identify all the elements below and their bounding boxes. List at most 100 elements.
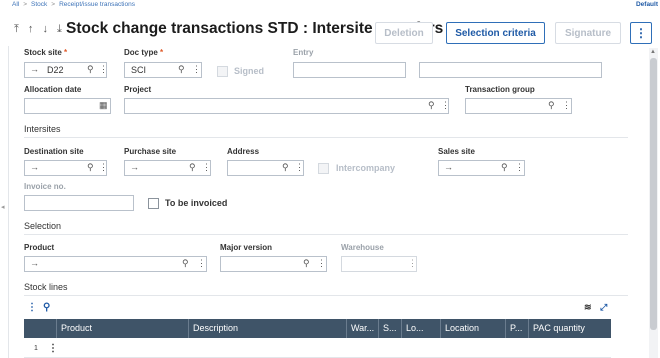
section-divider bbox=[24, 137, 628, 138]
intersites-section-title: Intersites bbox=[24, 124, 61, 134]
calendar-icon[interactable]: ▦ bbox=[99, 100, 108, 111]
menu-icon[interactable]: ⋮ bbox=[317, 258, 326, 269]
purchase-site-label: Purchase site bbox=[124, 147, 177, 156]
stock-lines-section-title: Stock lines bbox=[24, 282, 68, 292]
menu-icon[interactable]: ⋮ bbox=[192, 64, 201, 75]
address-label: Address bbox=[227, 147, 260, 156]
search-icon[interactable]: ⚲ bbox=[428, 100, 435, 111]
doc-type-field[interactable]: SCI ⚲ ⋮ bbox=[124, 62, 202, 78]
search-icon[interactable]: ⚲ bbox=[501, 162, 508, 173]
transaction-group-field[interactable]: ⚲ ⋮ bbox=[465, 98, 572, 114]
address-field[interactable]: ⚲ ⋮ bbox=[227, 160, 304, 176]
major-version-label: Major version bbox=[220, 243, 273, 252]
menu-icon[interactable]: ⋮ bbox=[562, 100, 571, 111]
sales-site-field[interactable]: → ⚲ ⋮ bbox=[438, 160, 525, 176]
invoice-no-label: Invoice no. bbox=[24, 182, 66, 191]
transaction-group-label: Transaction group bbox=[465, 85, 535, 94]
arrow-icon[interactable]: → bbox=[30, 64, 39, 74]
section-divider bbox=[24, 295, 628, 296]
grid-menu-icon[interactable]: ⋮ bbox=[27, 302, 37, 313]
column-pac-quantity[interactable]: PAC quantity bbox=[529, 319, 611, 338]
major-version-field[interactable]: ⚲ ⋮ bbox=[220, 256, 327, 272]
column-product[interactable]: Product bbox=[57, 319, 189, 338]
column-warehouse[interactable]: War... bbox=[347, 319, 379, 338]
breadcrumb-stock[interactable]: Stock bbox=[31, 1, 47, 8]
warehouse-label: Warehouse bbox=[341, 243, 384, 252]
menu-icon[interactable]: ⋮ bbox=[99, 64, 108, 75]
grid-expand-icon[interactable]: ⤢ bbox=[600, 302, 607, 313]
signature-button[interactable]: Signature bbox=[555, 22, 621, 44]
search-icon[interactable]: ⚲ bbox=[178, 64, 185, 75]
to-be-invoiced-checkbox[interactable] bbox=[148, 198, 159, 209]
more-actions-button[interactable]: ⋮ bbox=[630, 22, 652, 44]
project-field[interactable]: ⚲ ⋮ bbox=[124, 98, 450, 114]
arrow-icon[interactable]: → bbox=[30, 258, 39, 268]
row-number: 1 bbox=[34, 345, 38, 352]
project-label: Project bbox=[124, 85, 152, 94]
search-icon[interactable]: ⚲ bbox=[548, 100, 555, 111]
entry-field[interactable] bbox=[293, 62, 406, 78]
column-location[interactable]: Location bbox=[441, 319, 506, 338]
row-menu-icon[interactable]: ⋮ bbox=[48, 343, 58, 354]
entry-description-field[interactable] bbox=[419, 62, 602, 78]
column-lot[interactable]: Lo... bbox=[402, 319, 441, 338]
record-navigation-arrows[interactable]: ⤒ ↑ ↓ ⤓ bbox=[14, 23, 65, 36]
column-status[interactable]: S... bbox=[379, 319, 402, 338]
search-icon[interactable]: ⚲ bbox=[282, 162, 289, 173]
destination-site-field[interactable]: → ⚲ ⋮ bbox=[24, 160, 108, 176]
invoice-no-field[interactable] bbox=[24, 195, 134, 211]
sales-site-label: Sales site bbox=[438, 147, 475, 156]
breadcrumb-all[interactable]: All bbox=[12, 1, 19, 8]
arrow-icon[interactable]: → bbox=[444, 162, 453, 172]
breadcrumb-receipt-issue[interactable]: Receipt/issue transactions bbox=[59, 1, 135, 8]
search-icon[interactable]: ⚲ bbox=[303, 258, 310, 269]
selection-section-title: Selection bbox=[24, 221, 62, 231]
breadcrumb-separator: > bbox=[23, 1, 28, 8]
selection-criteria-button[interactable]: Selection criteria bbox=[446, 22, 545, 44]
search-icon[interactable]: ⚲ bbox=[87, 64, 94, 75]
breadcrumb: All > Stock > Receipt/issue transactions bbox=[12, 1, 135, 8]
signed-checkbox[interactable] bbox=[217, 66, 228, 77]
column-description[interactable]: Description bbox=[189, 319, 347, 338]
deletion-button[interactable]: Deletion bbox=[375, 22, 433, 44]
menu-icon[interactable]: ⋮ bbox=[295, 162, 304, 173]
product-field[interactable]: → ⚲ ⋮ bbox=[24, 256, 207, 272]
menu-icon[interactable]: ⋮ bbox=[408, 258, 417, 269]
search-icon[interactable]: ⚲ bbox=[182, 258, 189, 269]
grid-header: Product Description War... S... Lo... Lo… bbox=[24, 319, 611, 338]
section-divider bbox=[24, 234, 628, 235]
page-header: ⤒ ↑ ↓ ⤓ Stock change transactions STD : … bbox=[0, 11, 660, 45]
menu-icon[interactable]: ⋮ bbox=[515, 162, 524, 173]
entry-label: Entry bbox=[293, 48, 314, 57]
search-icon[interactable]: ⚲ bbox=[87, 162, 94, 173]
allocation-date-field[interactable]: ▦ bbox=[24, 98, 111, 114]
menu-icon[interactable]: ⋮ bbox=[202, 162, 211, 173]
search-icon[interactable]: ⚲ bbox=[189, 162, 196, 173]
menu-icon[interactable]: ⋮ bbox=[99, 162, 108, 173]
column-p[interactable]: P... bbox=[506, 319, 529, 338]
table-row[interactable]: 1 ⋮ bbox=[24, 338, 611, 358]
collapse-panel-icon[interactable]: ◂ bbox=[1, 203, 5, 211]
breadcrumb-separator: > bbox=[51, 1, 56, 8]
grid-search-icon[interactable]: ⚲ bbox=[43, 302, 50, 313]
allocation-date-label: Allocation date bbox=[24, 85, 82, 94]
scroll-up-icon[interactable]: ▲ bbox=[650, 49, 656, 55]
grid-layers-icon[interactable]: ≋ bbox=[584, 302, 592, 313]
arrow-icon[interactable]: → bbox=[30, 162, 39, 172]
intercompany-label: Intercompany bbox=[336, 163, 396, 173]
purchase-site-field[interactable]: → ⚲ ⋮ bbox=[124, 160, 211, 176]
arrow-icon[interactable]: → bbox=[130, 162, 139, 172]
warehouse-field[interactable]: ⋮ bbox=[341, 256, 417, 272]
menu-icon[interactable]: ⋮ bbox=[197, 258, 206, 269]
signed-label: Signed bbox=[234, 66, 265, 76]
vertical-scrollbar[interactable]: ▲ bbox=[649, 48, 658, 358]
scrollbar-thumb[interactable] bbox=[650, 58, 657, 330]
intercompany-checkbox[interactable] bbox=[318, 163, 329, 174]
doc-type-value: SCI bbox=[131, 65, 147, 75]
stock-lines-grid: Product Description War... S... Lo... Lo… bbox=[24, 319, 611, 358]
doc-type-label: Doc type * bbox=[124, 48, 164, 57]
stock-site-field[interactable]: → D22 ⚲ ⋮ bbox=[24, 62, 108, 78]
grid-header-spacer bbox=[24, 319, 57, 338]
default-link[interactable]: Default bbox=[636, 1, 658, 8]
menu-icon[interactable]: ⋮ bbox=[441, 100, 450, 111]
